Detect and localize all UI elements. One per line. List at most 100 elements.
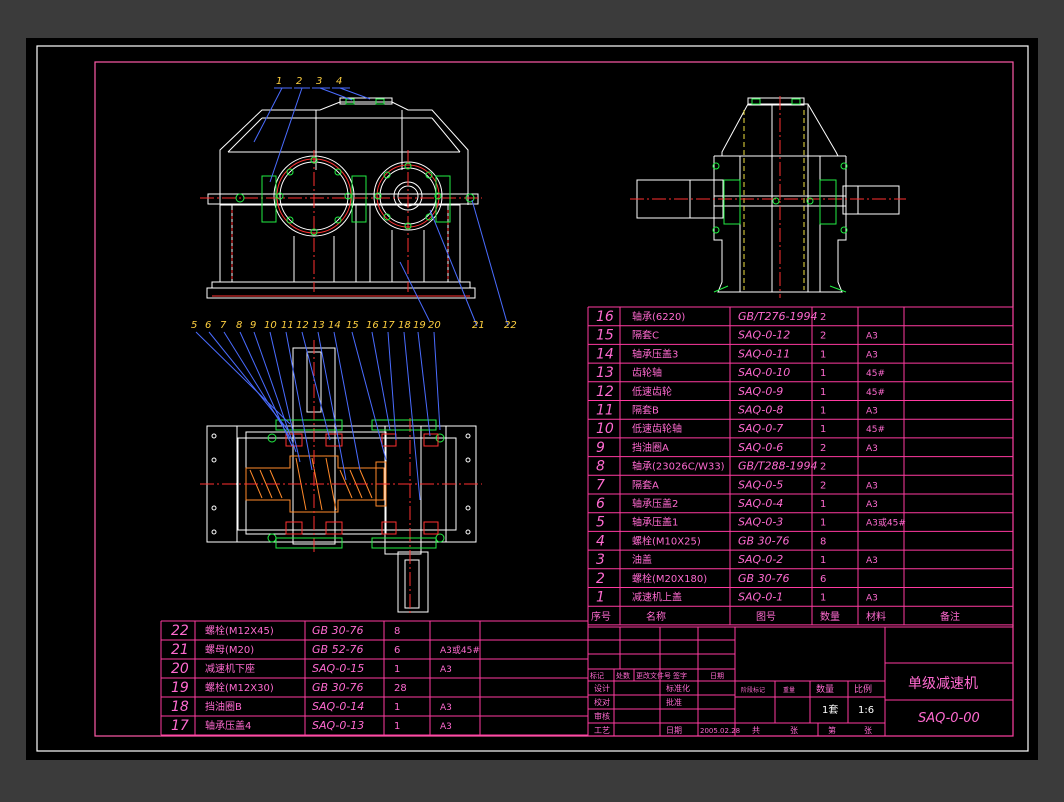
leader-label: 12 <box>296 320 309 331</box>
parts-material: A3 <box>440 703 452 713</box>
parts-material: 45# <box>866 388 885 398</box>
parts-qty: 1 <box>820 387 826 398</box>
leader-label: 11 <box>281 320 294 331</box>
parts-name: 轴承压盖2 <box>632 497 678 510</box>
leader-label: 22 <box>504 320 517 331</box>
label-standardization: 标准化 <box>666 683 690 693</box>
parts-material: A3 <box>866 594 878 604</box>
label-approval: 批准 <box>666 697 682 707</box>
parts-code: SAQ-0-4 <box>738 497 783 510</box>
parts-qty: 1 <box>394 664 400 675</box>
parts-no: 18 <box>171 699 189 715</box>
header-qty: 数量 <box>820 610 840 623</box>
parts-no: 20 <box>171 661 189 677</box>
header-code: 图号 <box>756 611 776 623</box>
parts-code: SAQ-0-15 <box>312 662 364 675</box>
parts-qty: 2 <box>820 480 826 491</box>
parts-no: 9 <box>596 440 605 456</box>
parts-code: SAQ-0-14 <box>312 700 364 713</box>
parts-material: A3 <box>440 665 452 675</box>
leader-label: 21 <box>472 320 485 331</box>
label-process: 工艺 <box>594 726 610 735</box>
parts-no: 4 <box>596 533 605 549</box>
parts-code: GB 30-76 <box>738 572 790 585</box>
rev-col-doc: 更改文件号 <box>636 671 671 680</box>
parts-qty: 1 <box>820 349 826 360</box>
parts-no: 22 <box>171 623 189 639</box>
parts-no: 21 <box>171 642 189 658</box>
parts-material: A3 <box>866 350 878 360</box>
label-stage: 阶段标记 <box>741 686 765 694</box>
parts-name: 油盖 <box>632 553 652 566</box>
leader-label: 14 <box>328 320 341 331</box>
parts-name: 螺栓(M12X45) <box>205 624 274 637</box>
parts-material: 45# <box>866 425 885 435</box>
rev-col-count: 处数 <box>616 671 630 680</box>
parts-qty: 2 <box>820 462 826 473</box>
leader-label: 4 <box>336 76 342 87</box>
parts-code: GB 30-76 <box>312 624 364 637</box>
parts-no: 14 <box>596 346 614 362</box>
leader-label: 10 <box>264 320 277 331</box>
label-scale: 比例 <box>854 683 872 695</box>
label-review: 审核 <box>594 711 610 721</box>
parts-no: 15 <box>596 328 614 344</box>
parts-name: 挡油圈A <box>632 441 669 454</box>
parts-qty: 1 <box>820 424 826 435</box>
qty-value: 1套 <box>822 703 838 716</box>
parts-no: 19 <box>171 680 189 696</box>
leader-label: 15 <box>346 320 359 331</box>
parts-name: 隔套C <box>632 329 659 342</box>
parts-code: GB 30-76 <box>738 534 790 547</box>
parts-name: 螺栓(M12X30) <box>205 681 274 694</box>
parts-qty: 1 <box>820 499 826 510</box>
parts-code: SAQ-0-13 <box>312 719 364 732</box>
leader-label: 3 <box>316 76 322 87</box>
parts-code: SAQ-0-7 <box>738 422 783 435</box>
parts-code: SAQ-0-10 <box>738 366 790 379</box>
parts-name: 轴承压盖4 <box>205 719 251 732</box>
label-sheet-of: 第 <box>828 725 836 735</box>
parts-qty: 6 <box>394 645 400 656</box>
parts-qty: 6 <box>820 574 826 585</box>
header-material: 材料 <box>866 610 886 623</box>
leader-label: 6 <box>205 320 211 331</box>
header-no: 序号 <box>591 610 611 623</box>
parts-material: A3或45# <box>866 517 906 529</box>
parts-code: GB/T288-1994 <box>738 460 817 473</box>
parts-name: 低速齿轮 <box>632 385 672 398</box>
parts-qty: 1 <box>820 593 826 604</box>
parts-qty: 1 <box>820 555 826 566</box>
rev-col-mark: 标记 <box>590 671 604 680</box>
parts-code: GB/T276-1994 <box>738 310 817 323</box>
parts-no: 6 <box>596 496 605 512</box>
parts-name: 螺栓(M20X180) <box>632 572 707 585</box>
leader-label: 1 <box>276 76 282 87</box>
parts-qty: 8 <box>820 536 826 547</box>
label-design: 设计 <box>594 683 610 693</box>
leader-label: 5 <box>191 320 197 331</box>
parts-name: 轴承(6220) <box>632 310 685 323</box>
parts-qty: 2 <box>820 443 826 454</box>
parts-material: A3 <box>866 556 878 566</box>
parts-name: 隔套B <box>632 404 659 417</box>
parts-name: 轴承(23026C/W33) <box>632 460 725 473</box>
parts-code: SAQ-0-2 <box>738 553 783 566</box>
parts-material: 45# <box>866 369 885 379</box>
parts-qty: 2 <box>820 312 826 323</box>
parts-no: 11 <box>596 403 614 419</box>
parts-code: SAQ-0-11 <box>738 347 790 360</box>
parts-name: 低速齿轮轴 <box>632 422 682 435</box>
date-value: 2005.02.28 <box>700 727 740 735</box>
parts-qty: 1 <box>394 702 400 713</box>
parts-no: 2 <box>596 571 605 587</box>
parts-code: SAQ-0-5 <box>738 478 783 491</box>
parts-no: 12 <box>596 384 614 400</box>
leader-label: 9 <box>250 320 256 331</box>
parts-material: A3 <box>866 332 878 342</box>
parts-name: 齿轮轴 <box>632 366 662 379</box>
parts-no: 17 <box>171 718 189 734</box>
cad-drawing-window: 1 2 3 4 21 22 5 6 7 8 9 10 11 12 13 14 1… <box>0 0 1064 798</box>
label-date: 日期 <box>666 726 682 735</box>
parts-no: 7 <box>596 477 605 493</box>
